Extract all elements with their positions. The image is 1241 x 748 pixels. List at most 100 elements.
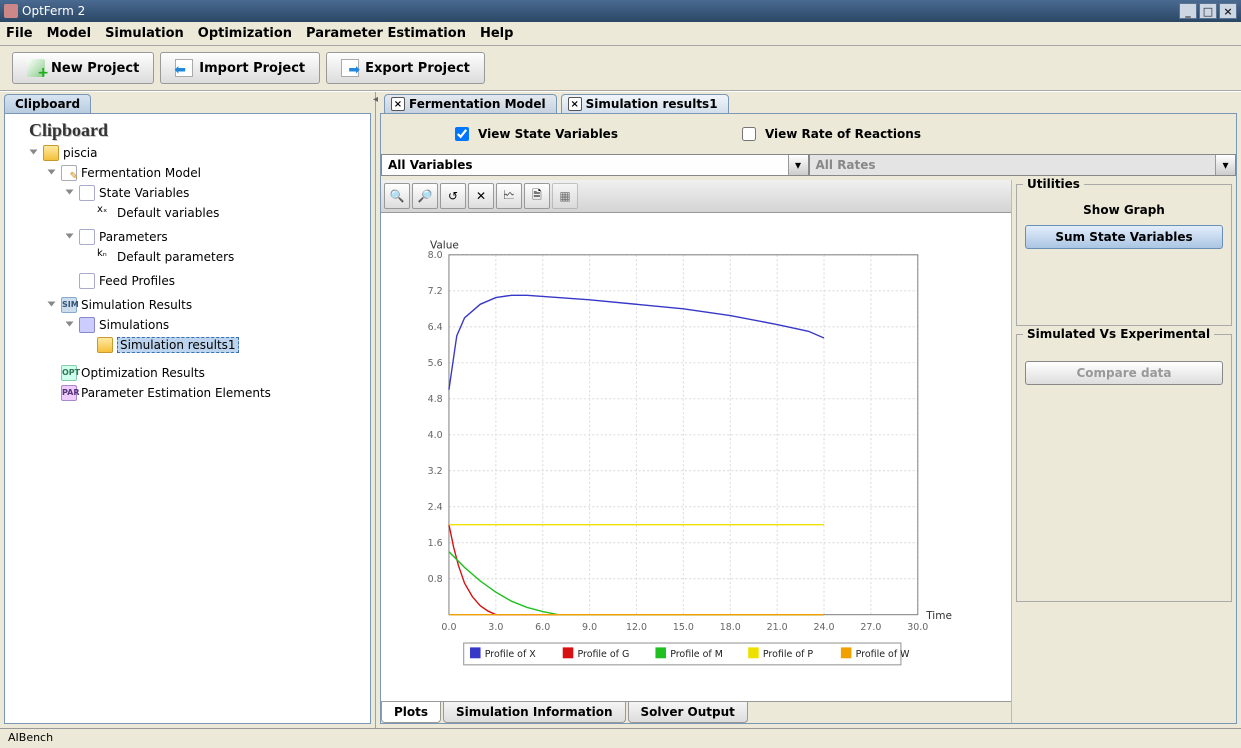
doc-icon — [79, 273, 95, 289]
plot-area: 🔍 🔎 ↺ ✕ 🗠 🗎 ▦ 0.03.06.09.012.015.018.021… — [381, 180, 1012, 723]
tree-toggle-icon[interactable] — [65, 232, 75, 242]
tree-toggle-icon[interactable] — [47, 300, 57, 310]
tree-node-simulation-results[interactable]: SIM Simulation Results — [47, 297, 364, 313]
view-options-row: View State Variables View Rate of Reacti… — [381, 114, 1236, 154]
grid-button[interactable]: ▦ — [552, 183, 578, 209]
tree-node-default-parameters[interactable]: kₙ Default parameters — [83, 249, 364, 265]
tab-plots[interactable]: Plots — [381, 702, 441, 723]
svg-text:2.4: 2.4 — [428, 502, 443, 513]
tree-label: State Variables — [99, 186, 189, 200]
menu-help[interactable]: Help — [480, 26, 513, 41]
tab-close-icon[interactable]: × — [568, 97, 582, 111]
sidebar: Clipboard Clipboard piscia — [0, 92, 376, 728]
import-project-button[interactable]: Import Project — [160, 52, 320, 84]
zoom-in-button[interactable]: 🔍 — [384, 183, 410, 209]
menu-optimization[interactable]: Optimization — [198, 26, 292, 41]
tab-fermentation-model[interactable]: × Fermentation Model — [384, 94, 557, 114]
svg-text:24.0: 24.0 — [813, 622, 834, 633]
tree-node-feed-profiles[interactable]: Feed Profiles — [65, 273, 364, 289]
opt-icon: OPT — [61, 365, 77, 381]
sim-vs-exp-title: Simulated Vs Experimental — [1023, 327, 1214, 341]
tree-node-param-est-elements[interactable]: PAR Parameter Estimation Elements — [47, 385, 364, 401]
new-project-button[interactable]: New Project — [12, 52, 154, 84]
svg-text:3.2: 3.2 — [428, 466, 443, 477]
chevron-down-icon: ▾ — [1215, 155, 1235, 175]
export-project-button[interactable]: Export Project — [326, 52, 485, 84]
tree-node-simulation-results1[interactable]: Simulation results1 — [83, 337, 364, 353]
menu-parameter-estimation[interactable]: Parameter Estimation — [306, 26, 466, 41]
tree-toggle-icon[interactable] — [65, 188, 75, 198]
svg-text:9.0: 9.0 — [582, 622, 597, 633]
variables-select-value: All Variables — [382, 155, 788, 175]
svg-text:Profile of P: Profile of P — [763, 649, 813, 660]
status-bar: AIBench — [0, 728, 1241, 748]
tree-node-default-variables[interactable]: xₓ Default variables — [83, 205, 364, 221]
svg-text:8.0: 8.0 — [428, 250, 443, 261]
variables-select[interactable]: All Variables ▾ — [381, 154, 809, 176]
tree-toggle-icon[interactable] — [47, 168, 57, 178]
selector-row: All Variables ▾ All Rates ▾ — [381, 154, 1236, 180]
reset-zoom-button[interactable]: ↺ — [440, 183, 466, 209]
tree-label: Simulations — [99, 318, 169, 332]
svg-text:6.4: 6.4 — [428, 322, 443, 333]
tree-node-state-variables[interactable]: State Variables — [65, 185, 364, 201]
toolbar: New Project Import Project Export Projec… — [0, 46, 1241, 91]
menu-file[interactable]: File — [6, 26, 33, 41]
utilities-group: Utilities Show Graph Sum State Variables — [1016, 184, 1232, 326]
tree-node-piscia[interactable]: piscia — [29, 145, 364, 161]
tree-node-simulations[interactable]: Simulations — [65, 317, 364, 333]
view-rate-reactions-input[interactable] — [742, 127, 756, 141]
view-rate-reactions-checkbox[interactable]: View Rate of Reactions — [738, 124, 921, 144]
body: Clipboard Clipboard piscia — [0, 91, 1241, 728]
view-rate-reactions-label: View Rate of Reactions — [765, 127, 921, 141]
tree-node-fermentation-model[interactable]: Fermentation Model — [47, 165, 364, 181]
zoom-out-button[interactable]: 🔎 — [412, 183, 438, 209]
tab-simulation-results1[interactable]: × Simulation results1 — [561, 94, 729, 114]
minimize-button[interactable]: _ — [1179, 3, 1197, 19]
new-project-label: New Project — [51, 61, 139, 76]
utilities-title: Utilities — [1023, 177, 1084, 191]
tab-close-icon[interactable]: × — [391, 97, 405, 111]
status-text: AIBench — [8, 731, 53, 744]
svg-text:18.0: 18.0 — [720, 622, 741, 633]
chevron-down-icon[interactable]: ▾ — [788, 155, 808, 175]
import-project-label: Import Project — [199, 61, 305, 76]
sidebar-tab-clipboard[interactable]: Clipboard — [4, 94, 91, 113]
svg-text:Profile of W: Profile of W — [856, 649, 910, 660]
menu-simulation[interactable]: Simulation — [105, 26, 184, 41]
menu-model[interactable]: Model — [47, 26, 91, 41]
tree-toggle-icon[interactable] — [65, 320, 75, 330]
tree-node-parameters[interactable]: Parameters — [65, 229, 364, 245]
svg-text:6.0: 6.0 — [535, 622, 550, 633]
show-graph-label: Show Graph — [1025, 203, 1223, 217]
tab-label: Fermentation Model — [409, 97, 546, 111]
tree-toggle-icon[interactable] — [29, 148, 39, 158]
crosshair-button[interactable]: ✕ — [468, 183, 494, 209]
tree-node-optimization-results[interactable]: OPT Optimization Results — [47, 365, 364, 381]
sum-state-variables-button[interactable]: Sum State Variables — [1025, 225, 1223, 249]
params-icon: kₙ — [97, 249, 113, 265]
svg-text:4.0: 4.0 — [428, 430, 443, 441]
tab-simulation-information[interactable]: Simulation Information — [443, 702, 625, 723]
main-tabs: × Fermentation Model × Simulation result… — [380, 94, 1237, 114]
chart-settings-button[interactable]: 🗠 — [496, 183, 522, 209]
tree-label: Default variables — [117, 206, 219, 220]
svg-text:30.0: 30.0 — [907, 622, 928, 633]
svg-text:Profile of G: Profile of G — [577, 649, 629, 660]
tab-solver-output[interactable]: Solver Output — [628, 702, 748, 723]
close-button[interactable]: × — [1219, 3, 1237, 19]
folder-icon — [97, 337, 113, 353]
maximize-button[interactable]: □ — [1199, 3, 1217, 19]
compare-data-button[interactable]: Compare data — [1025, 361, 1223, 385]
view-state-variables-checkbox[interactable]: View State Variables — [451, 124, 618, 144]
export-icon — [341, 59, 359, 77]
view-state-variables-label: View State Variables — [478, 127, 618, 141]
splitter[interactable] — [376, 92, 380, 728]
view-state-variables-input[interactable] — [455, 127, 469, 141]
tab-label: Simulation results1 — [586, 97, 718, 111]
project-tree: piscia Fermentation Model — [11, 143, 364, 407]
par-icon: PAR — [61, 385, 77, 401]
tree-label: Feed Profiles — [99, 274, 175, 288]
svg-text:12.0: 12.0 — [626, 622, 647, 633]
export-chart-button[interactable]: 🗎 — [524, 183, 550, 209]
